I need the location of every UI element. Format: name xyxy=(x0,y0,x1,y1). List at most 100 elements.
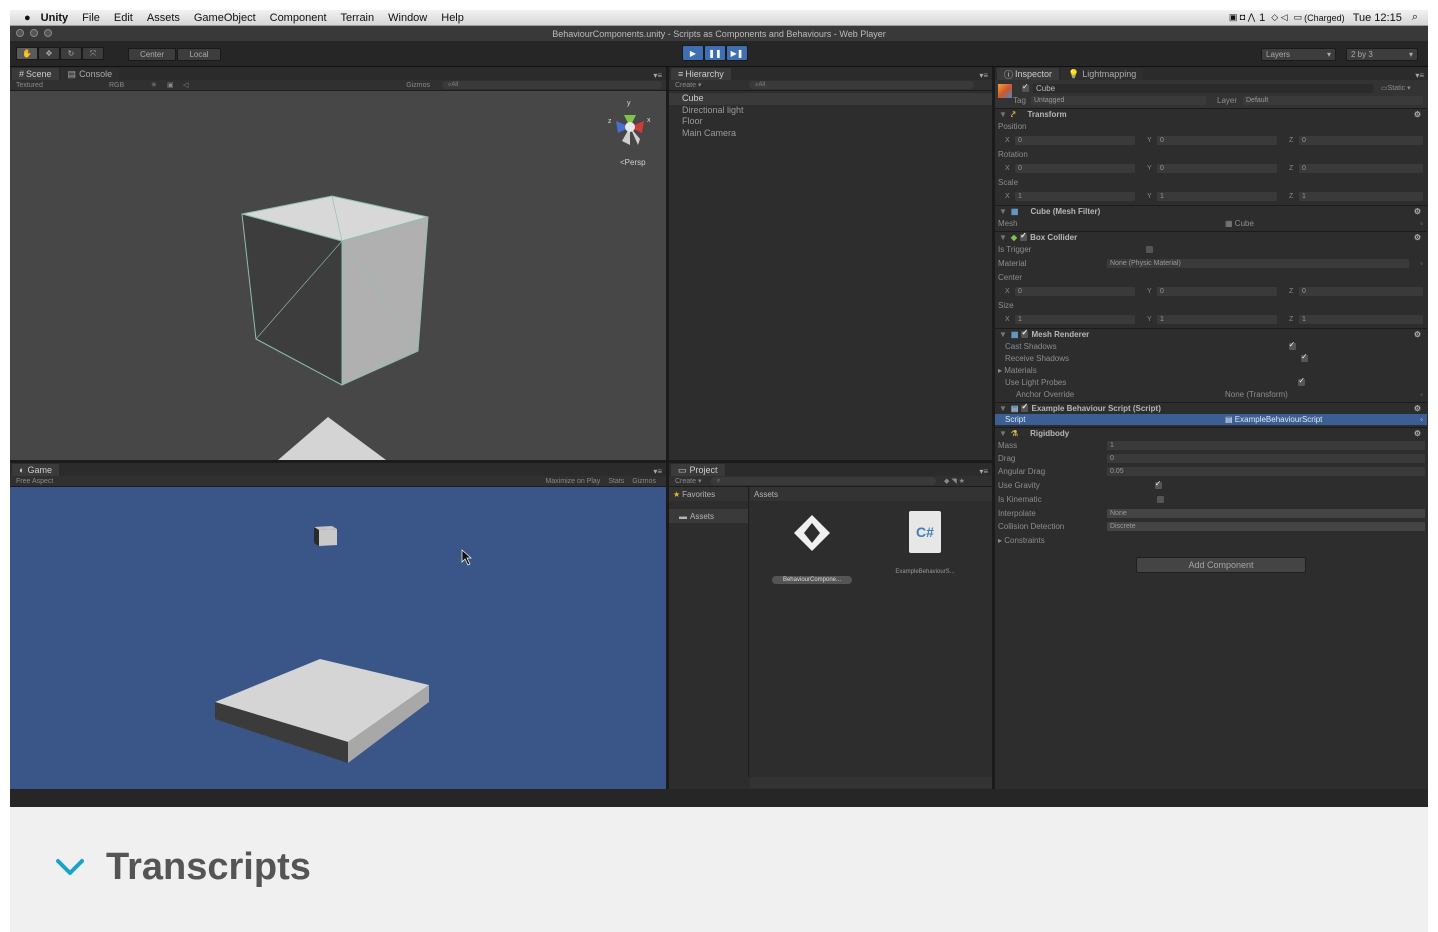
menu-app-unity[interactable]: Unity xyxy=(41,12,69,24)
scale-tool-icon[interactable]: ⤧ xyxy=(82,47,104,60)
gear-icon[interactable]: ⚙ xyxy=(1414,110,1421,119)
panel-menu-icon[interactable]: ▾≡ xyxy=(1415,71,1424,80)
hierarchy-search-input[interactable]: ⌕All xyxy=(749,81,974,89)
hierarchy-item-main-camera[interactable]: Main Camera xyxy=(669,128,992,140)
stats-toggle[interactable]: Stats xyxy=(608,478,624,485)
position-y-input[interactable]: 0 xyxy=(1157,136,1277,145)
position-z-input[interactable]: 0 xyxy=(1299,136,1423,145)
is-trigger-checkbox[interactable] xyxy=(1146,246,1154,253)
game-gizmos-dropdown[interactable]: Gizmos xyxy=(632,478,656,485)
center-y-input[interactable]: 0 xyxy=(1157,287,1277,296)
spotlight-search-icon[interactable]: ⌕ xyxy=(1412,11,1418,24)
scene-orientation-gizmo[interactable]: y x z xyxy=(608,100,651,145)
hand-tool-icon[interactable]: ✋ xyxy=(16,47,38,60)
mesh-filter-header[interactable]: ▼ ▦ Cube (Mesh Filter) ⚙ xyxy=(995,205,1427,217)
filter-icons[interactable]: ◆ ◥ ★ xyxy=(944,477,965,485)
interpolate-dropdown[interactable]: None xyxy=(1107,509,1425,518)
tab-hierarchy[interactable]: ≡ Hierarchy xyxy=(671,68,731,80)
constraints-foldout[interactable]: ▸ Constraints xyxy=(995,536,1045,545)
anchor-override-field[interactable]: None (Transform) xyxy=(1225,390,1288,399)
object-name-input[interactable]: Cube xyxy=(1033,84,1373,93)
size-z-input[interactable]: 1 xyxy=(1299,315,1423,324)
tab-scene[interactable]: # Scene xyxy=(12,68,59,80)
pivot-center-toggle[interactable]: Center xyxy=(128,48,176,61)
position-x-input[interactable]: 0 xyxy=(1015,136,1135,145)
menu-gameobject[interactable]: GameObject xyxy=(194,12,256,24)
static-toggle[interactable]: ▭Static ▾ xyxy=(1381,84,1411,92)
scene-viewport[interactable]: y x z <Persp xyxy=(10,91,666,460)
asset-item[interactable]: BehaviourCompone... xyxy=(772,511,852,584)
scene-audio-icon[interactable]: ◁ xyxy=(183,81,203,89)
collision-detection-dropdown[interactable]: Discrete xyxy=(1107,522,1425,531)
battery-icon[interactable]: ▭ xyxy=(1294,12,1303,23)
mesh-renderer-enabled-checkbox[interactable] xyxy=(1021,328,1029,338)
transcripts-toggle[interactable]: Transcripts xyxy=(54,843,311,891)
script-object-field[interactable]: ▤ ExampleBehaviourScript xyxy=(1225,415,1322,424)
menu-component[interactable]: Component xyxy=(270,12,327,24)
use-light-probes-checkbox[interactable] xyxy=(1298,376,1306,386)
menu-window[interactable]: Window xyxy=(388,12,427,24)
layer-dropdown[interactable]: Default xyxy=(1243,96,1423,105)
move-tool-icon[interactable]: ✥ xyxy=(38,47,60,60)
mesh-renderer-header[interactable]: ▼▦ Mesh Renderer ⚙ xyxy=(995,328,1427,340)
panel-menu-icon[interactable]: ▾≡ xyxy=(979,71,988,80)
clock[interactable]: Tue 12:15 xyxy=(1353,12,1402,24)
render-mode-dropdown[interactable]: RGB xyxy=(95,82,151,89)
menu-terrain[interactable]: Terrain xyxy=(341,12,375,24)
rotate-tool-icon[interactable]: ↻ xyxy=(60,47,82,60)
asset-item[interactable]: C# ExampleBehaviourS... xyxy=(885,511,965,575)
aspect-dropdown[interactable]: Free Aspect xyxy=(10,478,105,485)
hierarchy-item-floor[interactable]: Floor xyxy=(669,116,992,128)
shading-mode-dropdown[interactable]: Textured xyxy=(10,82,95,89)
mesh-object-field[interactable]: ▦ Cube xyxy=(1225,219,1254,228)
object-picker-icon[interactable]: ◦ xyxy=(1420,259,1423,268)
mass-input[interactable]: 1 xyxy=(1107,441,1425,450)
transform-header[interactable]: ▼ ⤤ Transform ⚙ xyxy=(995,108,1427,120)
material-object-field[interactable]: None (Physic Material) xyxy=(1107,259,1409,268)
size-x-input[interactable]: 1 xyxy=(1015,315,1135,324)
materials-foldout[interactable]: ▸ Materials xyxy=(995,366,1037,375)
panel-menu-icon[interactable]: ▾≡ xyxy=(653,467,662,476)
apple-icon[interactable]: ● xyxy=(24,12,31,24)
script-enabled-checkbox[interactable] xyxy=(1021,402,1029,412)
maximize-on-play-toggle[interactable]: Maximize on Play xyxy=(545,478,600,485)
tab-inspector[interactable]: ⓘ Inspector xyxy=(997,68,1060,80)
receive-shadows-checkbox[interactable] xyxy=(1301,352,1309,362)
gear-icon[interactable]: ⚙ xyxy=(1414,330,1421,339)
rotation-x-input[interactable]: 0 xyxy=(1015,164,1135,173)
center-x-input[interactable]: 0 xyxy=(1015,287,1135,296)
play-button[interactable]: ▶ xyxy=(682,45,704,61)
box-collider-header[interactable]: ▼◆ Box Collider ⚙ xyxy=(995,231,1427,243)
drag-input[interactable]: 0 xyxy=(1107,454,1425,463)
gizmos-dropdown[interactable]: Gizmos xyxy=(406,82,430,89)
rotation-z-input[interactable]: 0 xyxy=(1299,164,1423,173)
panel-menu-icon[interactable]: ▾≡ xyxy=(653,71,662,80)
layers-dropdown[interactable]: Layers ▾ xyxy=(1261,48,1336,61)
close-window-icon[interactable] xyxy=(16,29,24,37)
zoom-window-icon[interactable] xyxy=(44,29,52,37)
menu-help[interactable]: Help xyxy=(441,12,464,24)
pivot-local-toggle[interactable]: Local xyxy=(177,48,221,61)
box-collider-enabled-checkbox[interactable] xyxy=(1020,231,1028,241)
object-picker-icon[interactable]: ◦ xyxy=(1420,390,1423,399)
assets-folder-node[interactable]: ▬ Assets xyxy=(669,509,748,523)
object-picker-icon[interactable]: ◦ xyxy=(1420,219,1423,228)
tag-dropdown[interactable]: Untagged xyxy=(1031,96,1206,105)
layout-dropdown[interactable]: 2 by 3 ▾ xyxy=(1346,48,1418,61)
panel-menu-icon[interactable]: ▾≡ xyxy=(979,467,988,476)
add-component-button[interactable]: Add Component xyxy=(1136,557,1306,573)
scene-fx-icon[interactable]: ▣ xyxy=(167,81,183,89)
center-z-input[interactable]: 0 xyxy=(1299,287,1423,296)
pause-button[interactable]: ❚❚ xyxy=(704,45,726,61)
rotation-y-input[interactable]: 0 xyxy=(1157,164,1277,173)
gear-icon[interactable]: ⚙ xyxy=(1414,233,1421,242)
menu-file[interactable]: File xyxy=(82,12,100,24)
gear-icon[interactable]: ⚙ xyxy=(1414,207,1421,216)
hierarchy-item-cube[interactable]: Cube xyxy=(669,93,992,105)
use-gravity-checkbox[interactable] xyxy=(1154,479,1162,489)
tab-console[interactable]: ▤ Console xyxy=(60,68,120,80)
step-button[interactable]: ▶❚ xyxy=(726,45,748,61)
gear-icon[interactable]: ⚙ xyxy=(1414,429,1421,438)
persp-label[interactable]: <Persp xyxy=(620,158,646,167)
tab-game[interactable]: ◐ Game xyxy=(12,464,59,476)
